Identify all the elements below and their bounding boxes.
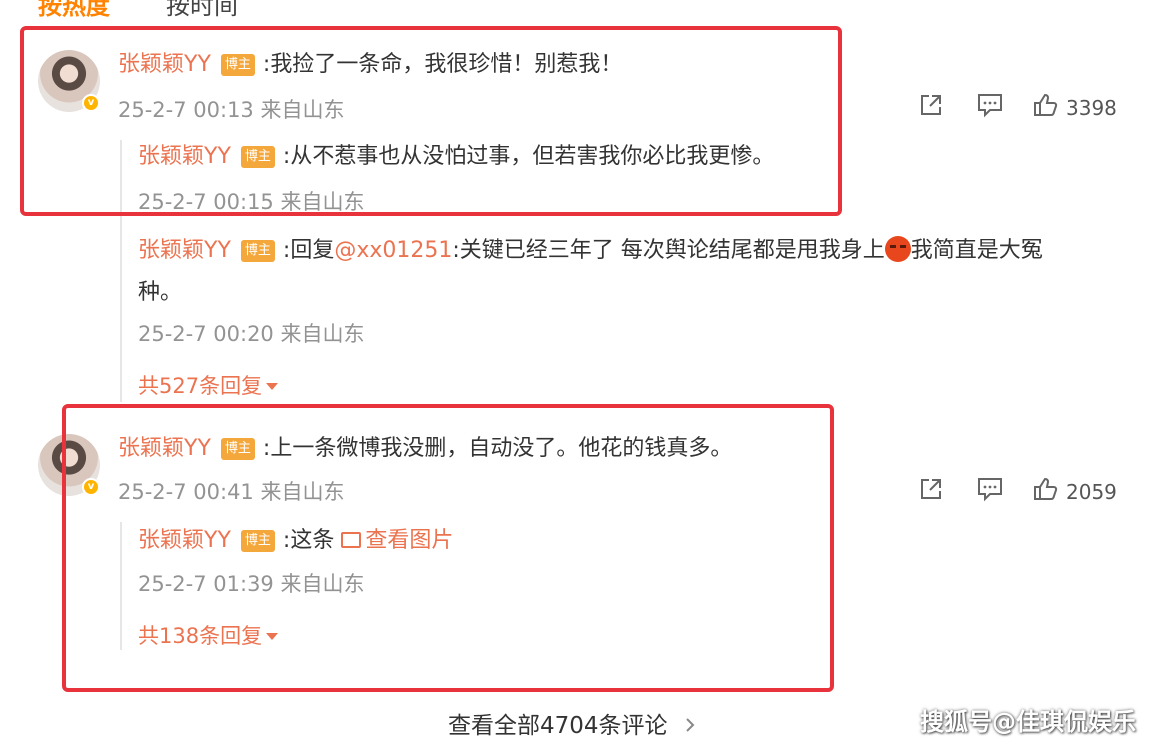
more-replies-label: 共527条回复	[138, 374, 263, 398]
sort-tabs: 按热度 按时间	[38, 0, 238, 21]
like-icon[interactable]	[1032, 476, 1058, 507]
view-all-comments-link[interactable]: 查看全部4704条评论	[448, 706, 695, 740]
reply-meta: 25-2-7 00:20 来自山东	[138, 322, 365, 346]
comment-actions: 2059	[918, 476, 1117, 507]
blogger-tag: 博主	[240, 240, 275, 262]
tab-by-time[interactable]: 按时间	[166, 0, 238, 21]
comment-icon[interactable]	[976, 476, 1004, 507]
reply-text: :关键已经三年了 每次舆论结尾都是甩我身上	[452, 238, 885, 263]
share-icon[interactable]	[918, 92, 944, 123]
tab-by-hot[interactable]: 按热度	[38, 0, 110, 21]
like-icon[interactable]	[1032, 92, 1058, 123]
like-count: 3398	[1066, 95, 1117, 120]
highlight-box	[62, 404, 834, 692]
caret-down-icon	[266, 383, 279, 390]
username[interactable]: 张颖颖YY	[138, 238, 231, 263]
chevron-right-icon	[685, 713, 695, 739]
share-icon[interactable]	[918, 476, 944, 507]
highlight-box	[20, 26, 842, 216]
more-replies-link[interactable]: 共527条回复	[138, 370, 279, 400]
watermark: 搜狐号@佳琪侃娱乐	[920, 708, 1136, 736]
reply-text-continued: 我简直是大冤	[910, 238, 1043, 263]
comment-icon[interactable]	[976, 92, 1004, 123]
mention-link[interactable]: @xx01251	[334, 238, 452, 263]
reply-text-line2: 种。	[138, 280, 183, 305]
angry-emoji-icon	[884, 236, 911, 262]
reply-prefix: :回复	[282, 238, 335, 263]
reply-body: 张颖颖YY 博主 :回复@xx01251:关键已经三年了 每次舆论结尾都是甩我身上我…	[138, 236, 1043, 266]
comment-actions: 3398	[918, 92, 1117, 123]
view-all-label: 查看全部4704条评论	[448, 713, 668, 739]
like-count: 2059	[1066, 479, 1117, 504]
